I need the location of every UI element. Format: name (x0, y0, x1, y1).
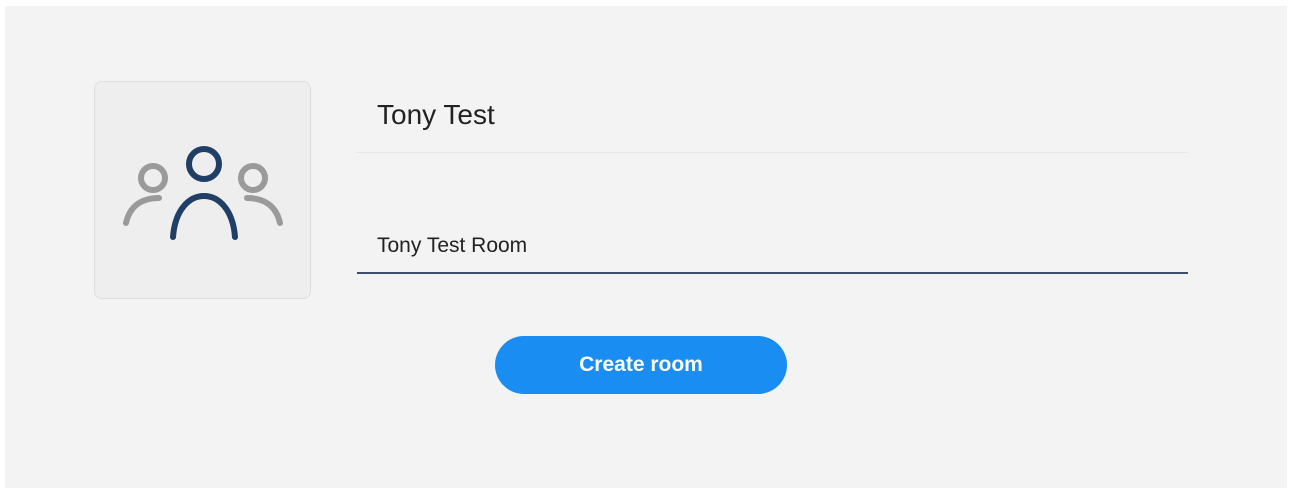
room-avatar[interactable] (94, 81, 311, 299)
divider (357, 152, 1188, 153)
room-name-input[interactable] (357, 220, 1188, 274)
group-users-icon (123, 146, 283, 240)
user-name: Tony Test (377, 99, 495, 130)
create-room-button[interactable]: Create room (495, 336, 787, 394)
